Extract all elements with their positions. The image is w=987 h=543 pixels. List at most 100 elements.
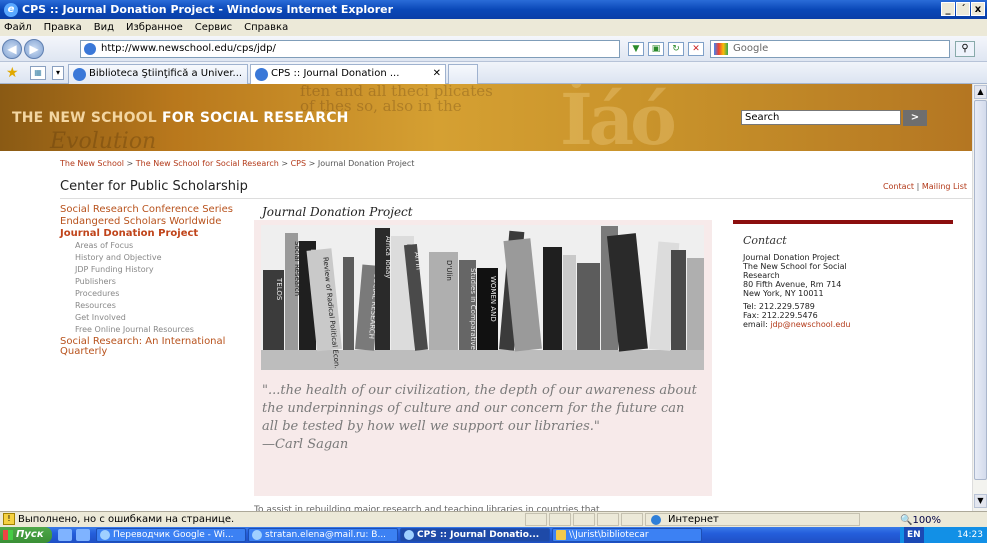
nav-history-objective[interactable]: History and Objective (75, 253, 250, 262)
zoom-level[interactable]: 🔍100% (900, 513, 941, 528)
windows-flag-icon (3, 530, 13, 540)
intro-text: To assist in rebuilding major research a… (254, 505, 600, 511)
maximize-button[interactable]: ´ (956, 2, 970, 16)
content-title: Journal Donation Project (262, 205, 413, 219)
back-arrow-icon[interactable]: ◀ (2, 38, 22, 59)
task-google-translate[interactable]: Переводчик Google - Wi... (96, 528, 246, 542)
nav-resources[interactable]: Resources (75, 301, 250, 310)
refresh-icon[interactable]: ↻ (668, 42, 684, 56)
nav-get-involved[interactable]: Get Involved (75, 313, 250, 322)
breadcrumb-link[interactable]: The New School for Social Research (136, 159, 279, 168)
task-label: stratan.elena@mail.ru: B... (265, 530, 387, 540)
nav-conference-series[interactable]: Social Research Conference Series (60, 205, 250, 215)
ie-quicklaunch-icon[interactable] (58, 529, 72, 541)
page-viewport: ften and all theci plicates of thes so, … (0, 84, 972, 511)
ie-icon: e (4, 2, 18, 17)
book-spine: Africa Today (375, 228, 392, 350)
site-search-button[interactable]: > (903, 110, 927, 126)
quick-tabs-icon[interactable]: ▦ (30, 66, 46, 80)
scroll-up-icon[interactable]: ▲ (974, 85, 987, 99)
tab-close-icon[interactable]: ✕ (433, 65, 441, 83)
feature-panel: TELOSSocial ResearchFeministReview of Ra… (254, 220, 712, 496)
system-tray: EN 14:23 (900, 527, 987, 543)
new-tab-button[interactable] (448, 64, 478, 84)
favorites-star-icon[interactable]: ★ (6, 65, 19, 81)
nav-endangered-scholars[interactable]: Endangered Scholars Worldwide (60, 217, 250, 227)
forward-arrow-icon[interactable]: ▶ (24, 38, 44, 59)
tab-biblioteca[interactable]: Biblioteca Ştiinţifică a Univer... (68, 64, 248, 84)
window-controls: _ ´ x (941, 2, 985, 16)
status-message: Выполнено, но с ошибками на странице. (18, 514, 235, 525)
site-logo[interactable]: THE NEW SCHOOL FOR SOCIAL RESEARCH (12, 110, 349, 126)
close-button[interactable]: x (971, 2, 985, 16)
address-url: http://www.newschool.edu/cps/jdp/ (101, 43, 276, 54)
mailing-list-link[interactable]: Mailing List (922, 182, 967, 191)
site-banner: ften and all theci plicates of thes so, … (0, 84, 972, 151)
task-mail[interactable]: stratan.elena@mail.ru: B... (248, 528, 398, 542)
task-icon (404, 530, 414, 540)
book-spine (563, 255, 576, 350)
language-indicator[interactable]: EN (904, 527, 924, 543)
contact-line: The New School for Social (743, 262, 847, 271)
start-label: Пуск (16, 529, 44, 540)
dropdown-icon[interactable]: ▼ (628, 42, 644, 56)
menu-tools[interactable]: Сервис (195, 22, 232, 33)
scroll-thumb[interactable] (974, 100, 987, 480)
search-input[interactable]: Google (710, 40, 950, 58)
task-cps[interactable]: CPS :: Journal Donatio... (400, 528, 550, 542)
warning-icon[interactable]: ! (3, 513, 15, 525)
status-cell (525, 513, 547, 526)
page-icon (84, 43, 96, 55)
nav-procedures[interactable]: Procedures (75, 289, 250, 298)
quote-text: "...the health of our civilization, the … (262, 383, 697, 434)
breadcrumb-link[interactable]: CPS (291, 159, 307, 168)
window-title: CPS :: Journal Donation Project - Window… (22, 3, 394, 16)
contact-link[interactable]: Contact (883, 182, 914, 191)
task-folder[interactable]: \\Jurist\bibliotecar (552, 528, 702, 542)
start-button[interactable]: Пуск (0, 527, 52, 543)
breadcrumb-sep: > (123, 159, 136, 168)
email-link[interactable]: jdp@newschool.edu (770, 320, 850, 329)
menu-edit[interactable]: Правка (44, 22, 82, 33)
search-icon[interactable]: ⚲ (955, 41, 975, 57)
nav-publishers[interactable]: Publishers (75, 277, 250, 286)
breadcrumb-link[interactable]: The New School (60, 159, 124, 168)
vertical-scrollbar[interactable]: ▲ ▼ (972, 84, 987, 511)
menu-view[interactable]: Вид (94, 22, 114, 33)
tab-label: CPS :: Journal Donation ... (271, 68, 400, 79)
globe-icon (651, 515, 661, 525)
address-input[interactable]: http://www.newschool.edu/cps/jdp/ (80, 40, 620, 58)
status-cell (573, 513, 595, 526)
compatibility-icon[interactable]: ▣ (648, 42, 664, 56)
desktop-quicklaunch-icon[interactable] (76, 529, 90, 541)
contact-line: Journal Donation Project (743, 253, 840, 262)
nav-free-online-resources[interactable]: Free Online Journal Resources (75, 325, 250, 334)
menu-favorites[interactable]: Избранное (126, 22, 183, 33)
taskbar: Пуск Переводчик Google - Wi... stratan.e… (0, 527, 987, 543)
page-title: Center for Public Scholarship (60, 179, 248, 194)
breadcrumb-sep: > (278, 159, 291, 168)
tab-list-dropdown-icon[interactable]: ▾ (52, 66, 64, 80)
tab-cps[interactable]: CPS :: Journal Donation ... ✕ (250, 64, 446, 84)
security-zone[interactable]: Интернет (645, 513, 860, 526)
book-spine: TELOS (263, 270, 284, 350)
menu-bar: Файл Правка Вид Избранное Сервис Справка (0, 19, 987, 36)
menu-help[interactable]: Справка (244, 22, 288, 33)
stop-icon[interactable]: ✕ (688, 42, 704, 56)
contact-tel: Tel: 212.229.5789 (743, 302, 815, 311)
nav-social-research-quarterly[interactable]: Social Research: An International Quarte… (60, 337, 250, 357)
scroll-down-icon[interactable]: ▼ (974, 494, 987, 508)
bookshelf-photo: TELOSSocial ResearchFeministReview of Ra… (261, 225, 704, 370)
zoom-value: 100% (912, 515, 942, 526)
book-spine (343, 257, 354, 350)
site-search-input[interactable]: Search (741, 110, 901, 125)
minimize-button[interactable]: _ (941, 2, 955, 16)
nav-funding-history[interactable]: JDP Funding History (75, 265, 250, 274)
brand-part-b: FOR SOCIAL RESEARCH (156, 110, 349, 126)
menu-file[interactable]: Файл (4, 22, 32, 33)
nav-journal-donation-project[interactable]: Journal Donation Project (60, 229, 250, 239)
task-icon (100, 530, 110, 540)
nav-areas-of-focus[interactable]: Areas of Focus (75, 241, 250, 250)
book-spine: Studies in Comparative (459, 260, 477, 350)
status-cell (621, 513, 643, 526)
